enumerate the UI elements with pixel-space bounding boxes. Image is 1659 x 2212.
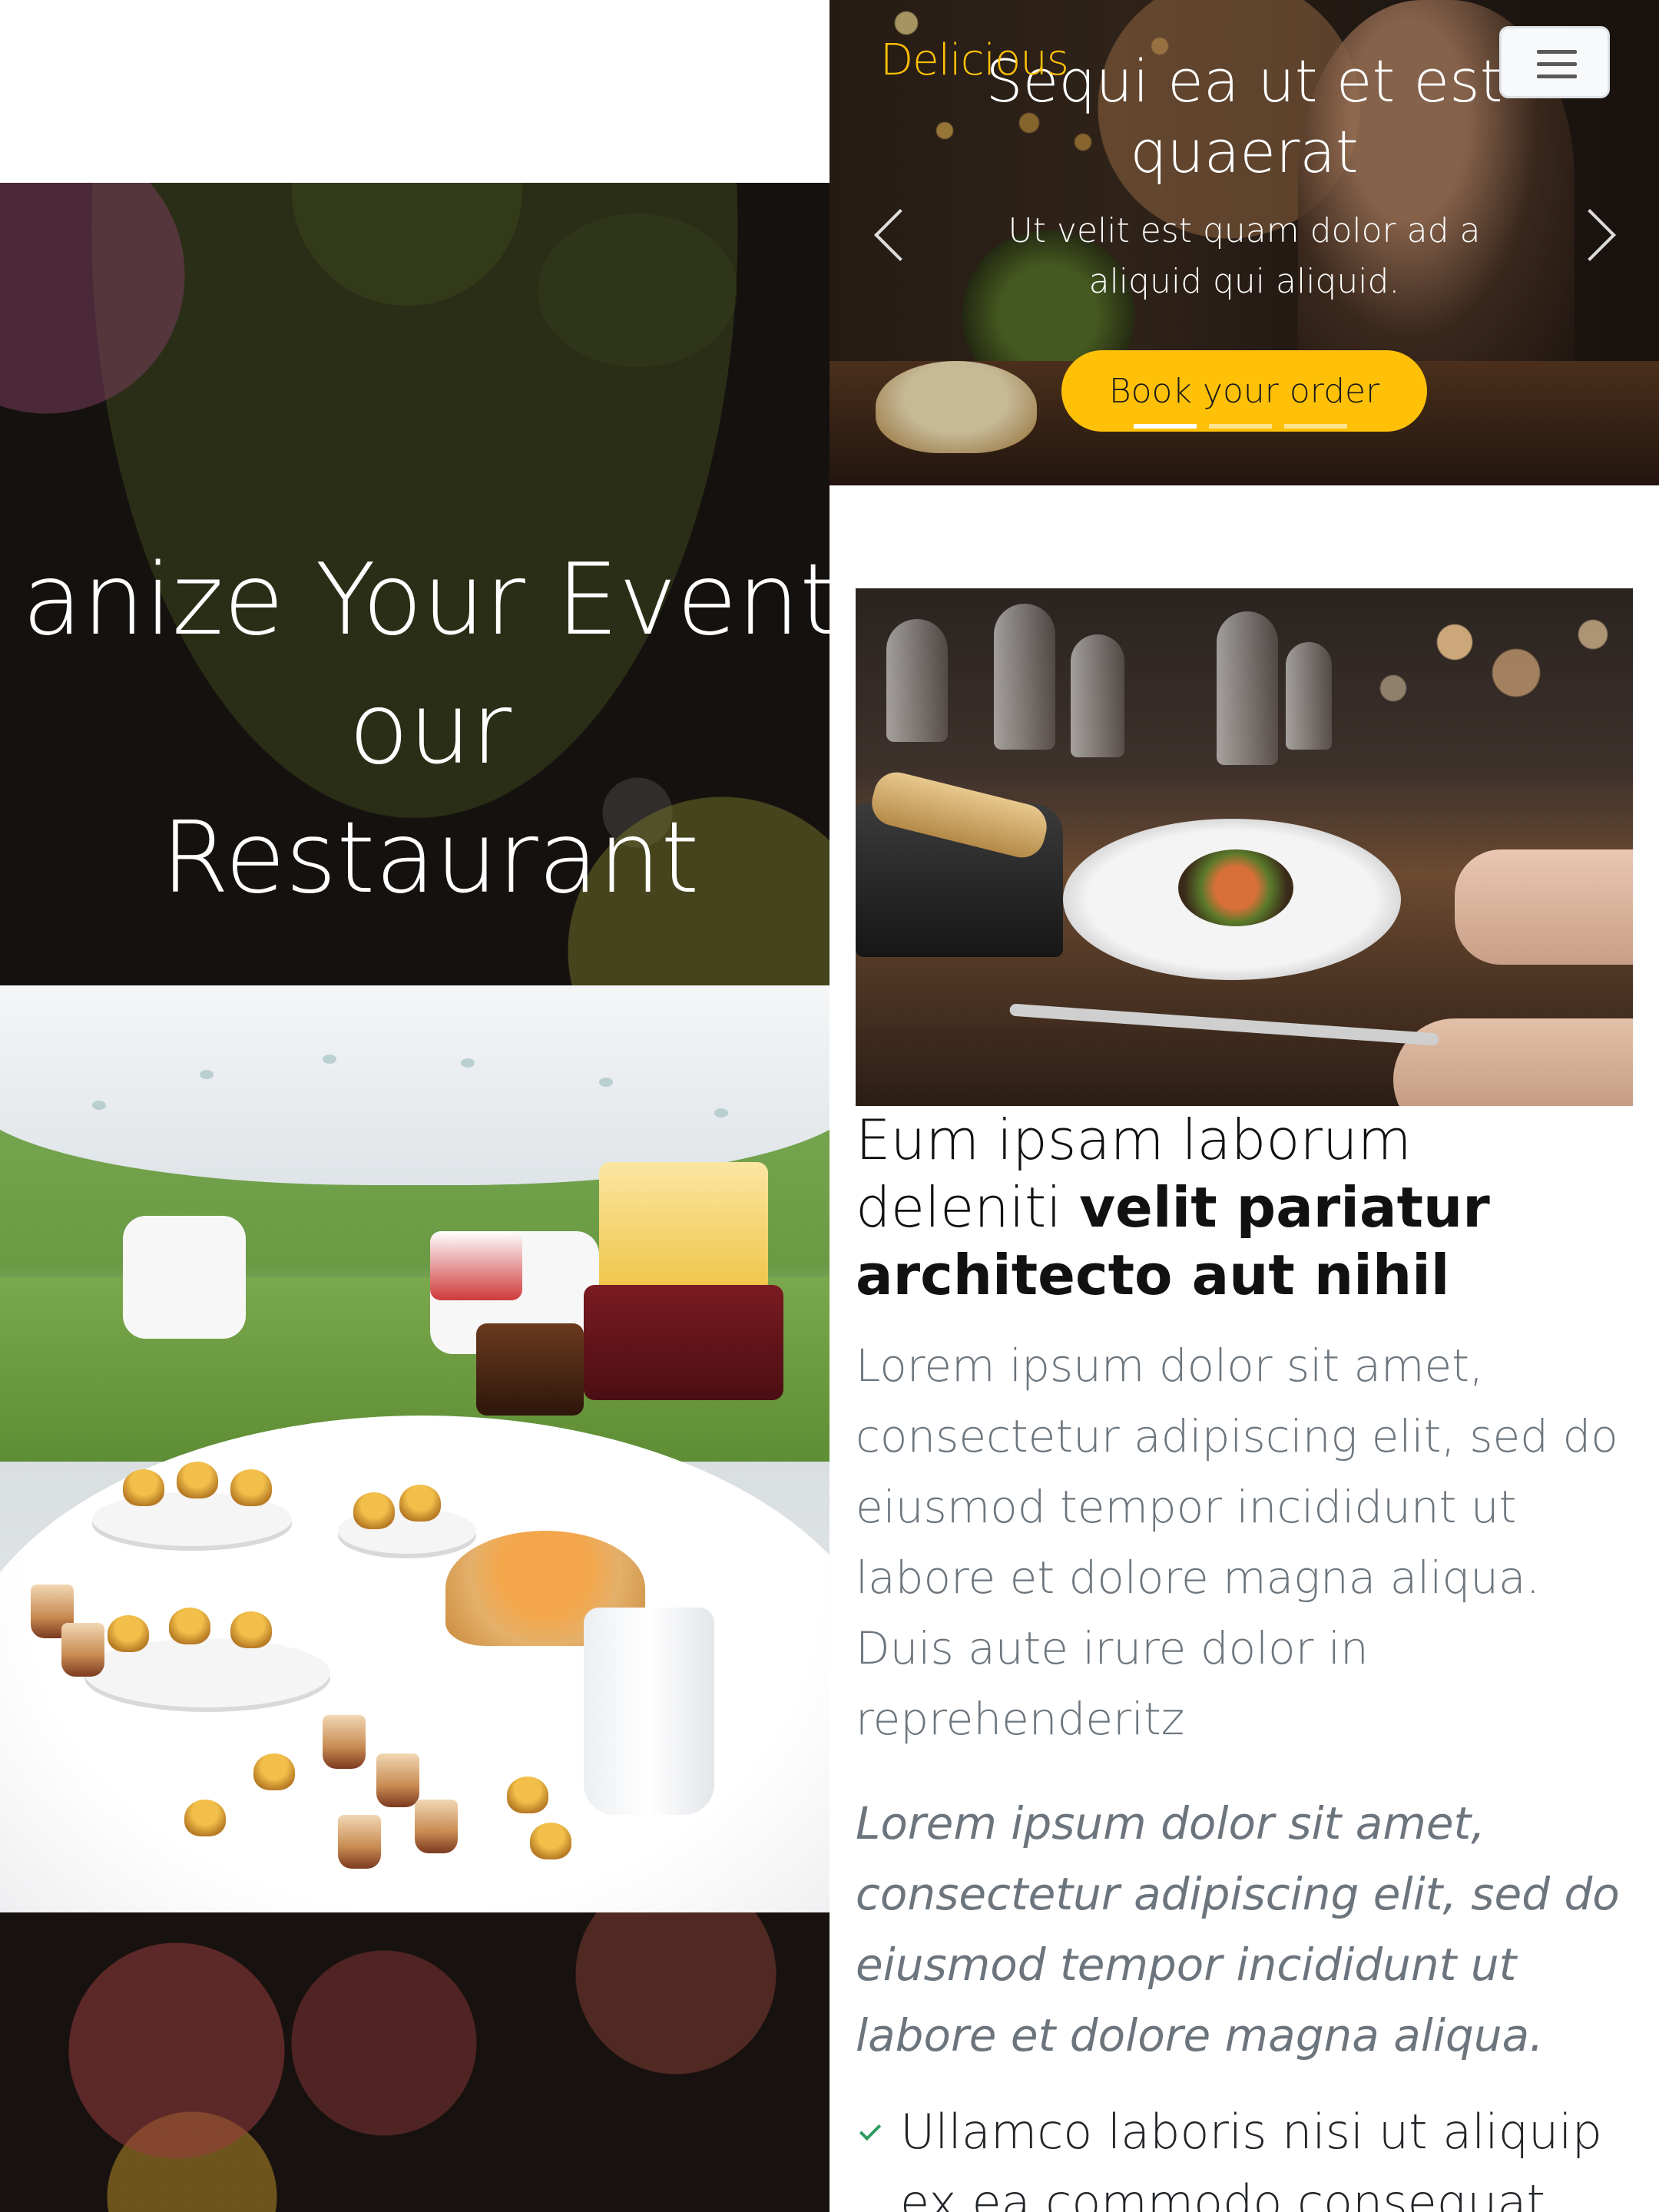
about-heading: Eum ipsam laborum deleniti velit pariatu…: [856, 1106, 1633, 1309]
cake: [430, 1231, 522, 1300]
plated-dish: [1178, 849, 1293, 926]
mobile-page: Delicious Sequi ea ut et est quaerat Ut …: [830, 0, 1659, 2212]
list-item: Ullamco laboris nisi ut aliquip ex ea co…: [856, 2097, 1633, 2212]
events-title: anize Your Event our Restaurant: [0, 536, 830, 923]
events-title-line: Restaurant: [161, 801, 700, 916]
foliage-decoration: [538, 214, 737, 367]
navbar-toggle-button[interactable]: [1499, 26, 1610, 98]
restaurant-dining-photo: [856, 588, 1633, 1106]
events-panel: anize Your Event our Restaurant: [0, 0, 830, 2212]
cake: [476, 1323, 584, 1416]
about-paragraph: Lorem ipsum dolor sit amet, consectetur …: [856, 1339, 1618, 1745]
list-item-text: Ullamco laboris nisi ut aliquip ex ea co…: [900, 2104, 1602, 2212]
cake: [599, 1162, 768, 1293]
hand: [1393, 1018, 1633, 1106]
foliage-decoration: [292, 183, 522, 306]
events-title-line: anize Your Event: [22, 543, 830, 657]
guest-table: [123, 1216, 246, 1339]
carousel-indicator[interactable]: [1284, 424, 1347, 429]
carousel-indicator[interactable]: [1209, 424, 1272, 429]
carousel-indicator[interactable]: [1134, 424, 1197, 429]
about-italic-text: Lorem ipsum dolor sit amet, consectetur …: [856, 1797, 1620, 2061]
hero-subtitle: Ut velit est quam dolor ad a aliquid qui…: [1008, 211, 1481, 301]
event-catering-photo: [0, 985, 830, 1912]
feature-list: Ullamco laboris nisi ut aliquip ex ea co…: [856, 2097, 1633, 2212]
events-title-line: our: [348, 672, 512, 786]
tent-canopy: [0, 985, 830, 1185]
carousel-indicators: [1134, 424, 1347, 429]
hand: [1455, 849, 1633, 965]
plate-stack: [584, 1608, 714, 1815]
book-order-button[interactable]: Book your order: [1061, 350, 1427, 432]
events-banner: anize Your Event our Restaurant: [0, 183, 830, 985]
lanterns-background: [0, 1912, 830, 2212]
cake: [584, 1285, 783, 1400]
hero-carousel: Delicious Sequi ea ut et est quaerat Ut …: [830, 0, 1659, 485]
check-icon: [859, 2118, 882, 2141]
brand-logo[interactable]: Delicious: [880, 35, 1069, 85]
